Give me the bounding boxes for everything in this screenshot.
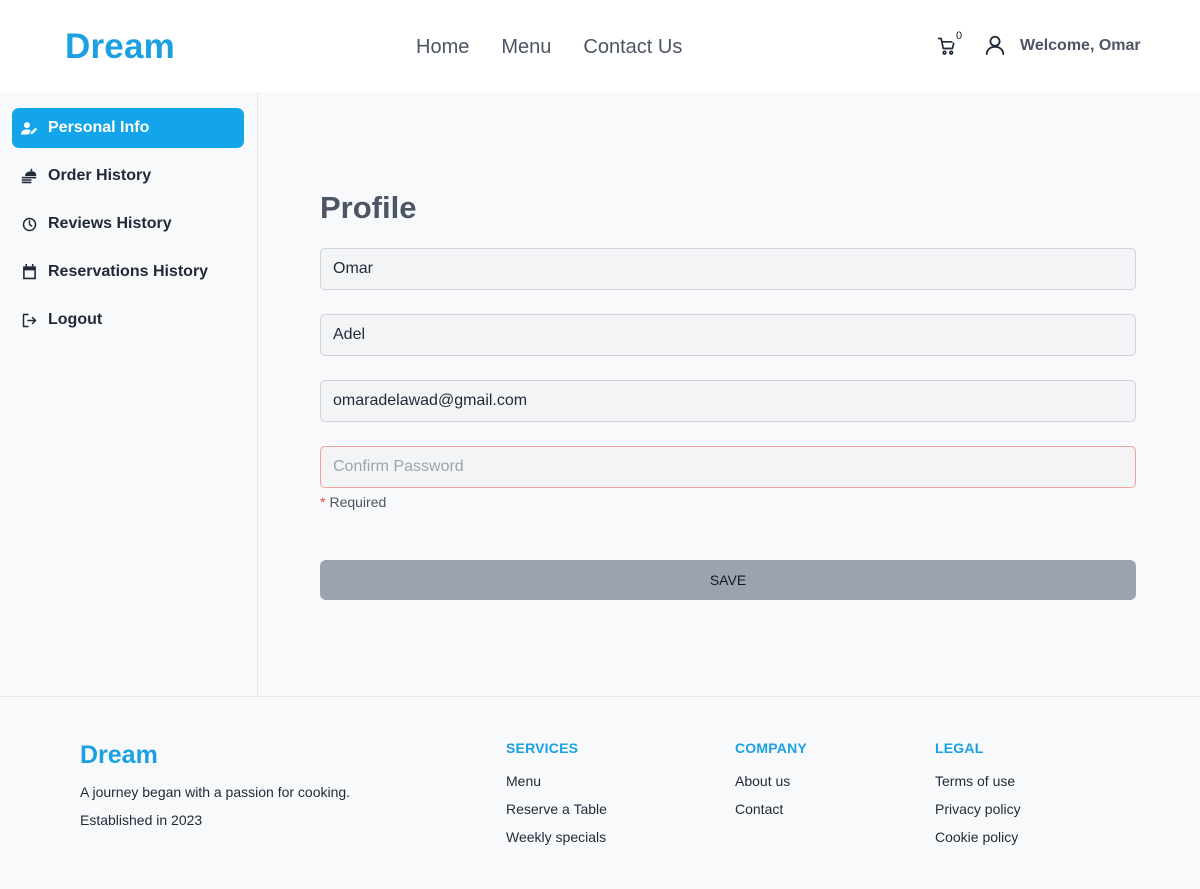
footer-legal-column: LEGAL Terms of use Privacy policy Cookie… — [935, 740, 1021, 857]
footer-company-heading: COMPANY — [735, 740, 807, 756]
nav-menu-link[interactable]: Menu — [501, 36, 551, 59]
cart-count-badge: 0 — [950, 28, 968, 44]
footer-services-heading: SERVICES — [506, 740, 579, 756]
clock-icon — [20, 215, 38, 233]
logo[interactable]: Dream — [65, 27, 175, 67]
sidebar-item-label: Personal Info — [48, 119, 150, 136]
last-name-field[interactable] — [320, 314, 1136, 356]
footer-company-column: COMPANY About us Contact — [735, 740, 807, 829]
page-title: Profile — [320, 190, 417, 225]
email-field[interactable] — [320, 380, 1136, 422]
footer-link-contact[interactable]: Contact — [735, 801, 807, 818]
footer-logo[interactable]: Dream — [80, 741, 158, 770]
user-icon[interactable] — [984, 34, 1008, 58]
footer-tagline: A journey began with a passion for cooki… — [80, 784, 351, 800]
sidebar-item-reservations-history[interactable]: Reservations History — [12, 252, 244, 292]
food-tray-icon — [20, 167, 38, 185]
save-button[interactable]: SAVE — [320, 560, 1136, 600]
footer-link-about-us[interactable]: About us — [735, 773, 807, 790]
footer-link-menu[interactable]: Menu — [506, 773, 607, 790]
first-name-field[interactable] — [320, 248, 1136, 290]
sidebar-item-logout[interactable]: Logout — [12, 300, 244, 340]
nav-home-link[interactable]: Home — [416, 36, 469, 59]
footer-link-terms[interactable]: Terms of use — [935, 773, 1021, 790]
footer-link-weekly-specials[interactable]: Weekly specials — [506, 829, 607, 846]
logout-icon — [20, 311, 38, 329]
footer-link-privacy[interactable]: Privacy policy — [935, 801, 1021, 818]
required-text: Required — [329, 494, 387, 510]
site-footer: Dream A journey began with a passion for… — [0, 696, 1200, 889]
footer-link-reserve-table[interactable]: Reserve a Table — [506, 801, 607, 818]
sidebar-item-order-history[interactable]: Order History — [12, 156, 244, 196]
sidebar-item-label: Logout — [48, 311, 103, 328]
footer-established: Established in 2023 — [80, 812, 203, 828]
sidebar-item-label: Reservations History — [48, 263, 209, 280]
sidebar-item-reviews-history[interactable]: Reviews History — [12, 204, 244, 244]
profile-section: Profile *Required SAVE — [258, 92, 1200, 696]
required-star: * — [320, 494, 326, 510]
sidebar-item-label: Reviews History — [48, 215, 172, 232]
footer-services-column: SERVICES Menu Reserve a Table Weekly spe… — [506, 740, 607, 857]
calendar-icon — [20, 263, 38, 281]
sidebar-item-personal-info[interactable]: Personal Info — [12, 108, 244, 148]
sidebar-item-label: Order History — [48, 167, 152, 184]
sidebar: Personal Info Order History Reviews Hist… — [0, 92, 258, 696]
footer-link-cookie[interactable]: Cookie policy — [935, 829, 1021, 846]
main-nav: Home Menu Contact Us — [416, 36, 682, 59]
required-message: * Required — [320, 494, 386, 510]
confirm-password-field[interactable] — [320, 446, 1136, 488]
footer-legal-heading: LEGAL — [935, 740, 984, 756]
nav-contact-link[interactable]: Contact Us — [583, 36, 682, 59]
site-header: Dream Home Menu Contact Us 0 Welcome, Om… — [0, 0, 1200, 92]
welcome-text[interactable]: Welcome, Omar — [1020, 37, 1141, 55]
user-edit-icon — [20, 119, 38, 137]
